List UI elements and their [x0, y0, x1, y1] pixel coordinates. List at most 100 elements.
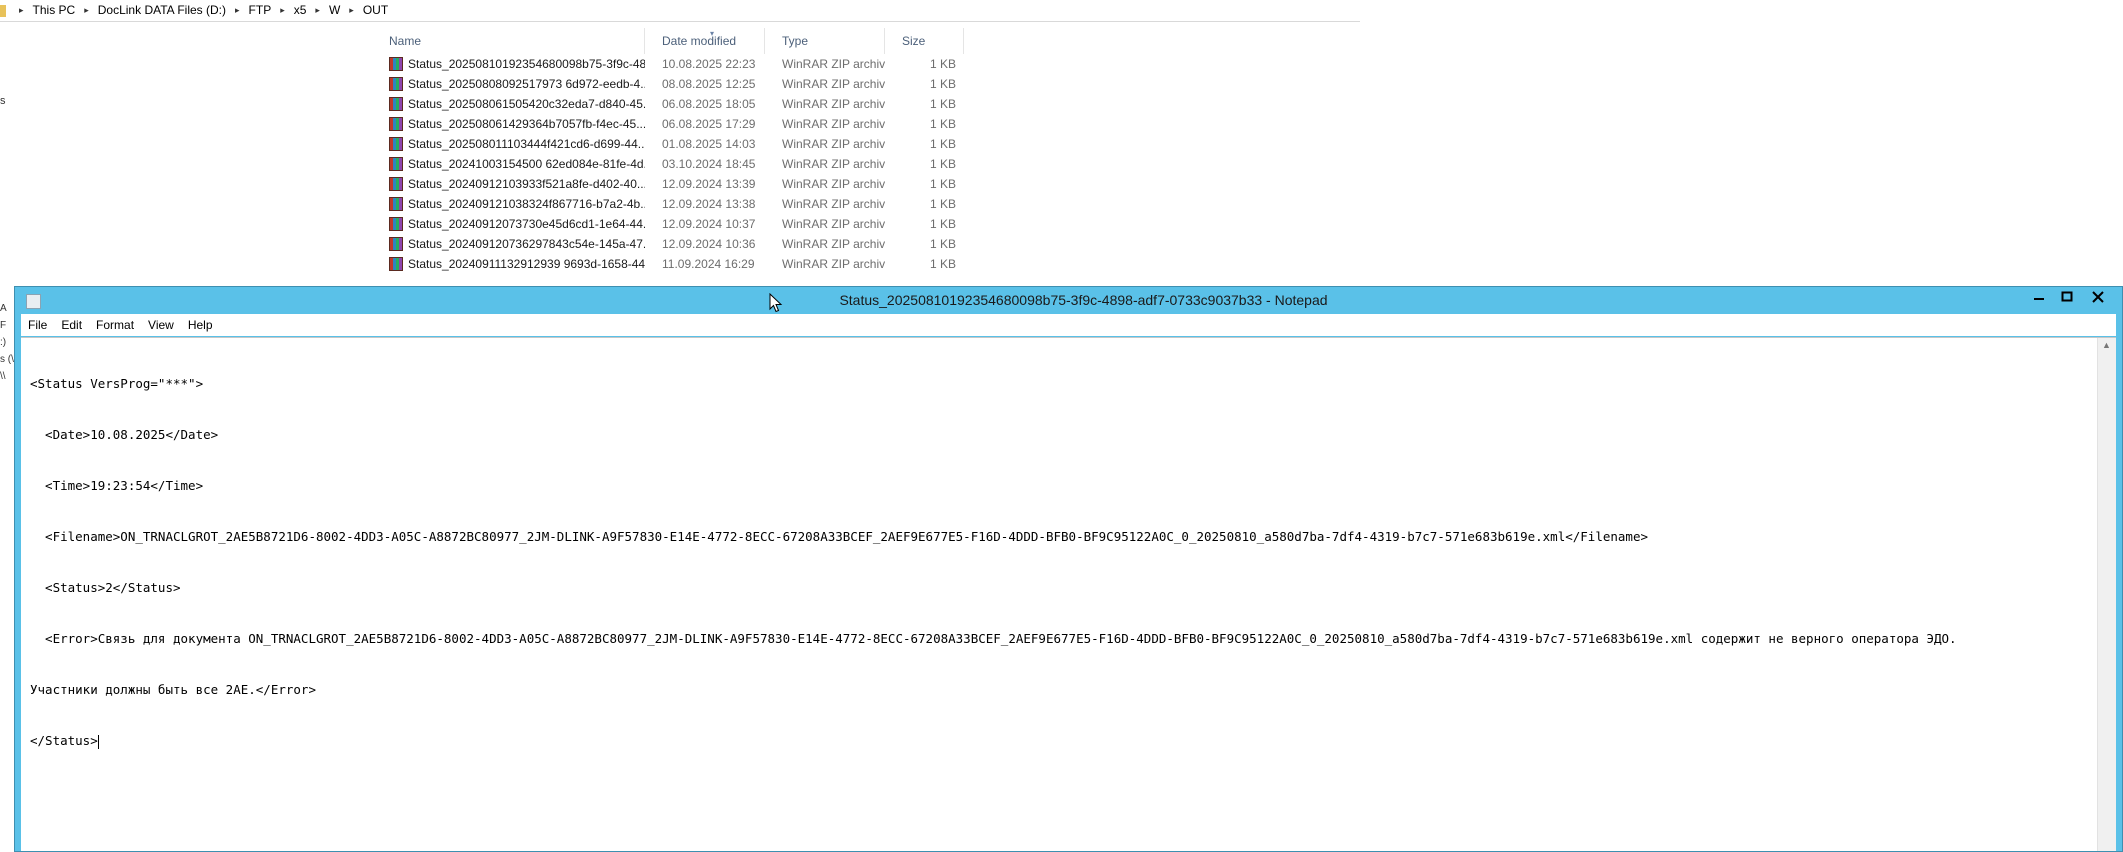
breadcrumb-w[interactable]: W	[325, 0, 344, 21]
breadcrumb-x5[interactable]: x5	[290, 0, 311, 21]
file-date-modified: 06.08.2025 17:29	[662, 117, 756, 131]
file-size: 1 KB	[929, 117, 956, 131]
text-line-4: <Filename>ON_TRNACLGROT_2AE5B8721D6-8002…	[30, 529, 1649, 544]
breadcrumb-out[interactable]: OUT	[359, 0, 392, 21]
file-row[interactable]: Status_20240911132912939 9693d-1658-44..…	[372, 254, 964, 274]
file-name-cell[interactable]: Status_20250808092517973 6d972-eedb-4...	[372, 74, 645, 94]
file-name-cell[interactable]: Status_20250810192354680098b75-3f9c-48..…	[372, 54, 645, 74]
breadcrumb-this-pc[interactable]: This PC	[29, 0, 80, 21]
file-name: Status_20250810192354680098b75-3f9c-48..…	[408, 57, 645, 71]
column-header-type[interactable]: Type	[765, 28, 885, 54]
vertical-scrollbar[interactable]: ▲	[2097, 338, 2116, 851]
menu-file[interactable]: File	[21, 314, 54, 336]
file-type: WinRAR ZIP archive	[782, 97, 885, 111]
file-type: WinRAR ZIP archive	[782, 257, 885, 271]
menu-format[interactable]: Format	[89, 314, 141, 336]
file-name: Status_202409121038324f867716-b7a2-4b...	[408, 197, 645, 211]
winrar-archive-icon	[389, 157, 403, 171]
close-icon	[2092, 291, 2104, 303]
file-row[interactable]: Status_20240912073730e45d6cd1-1e64-44...…	[372, 214, 964, 234]
file-name-cell[interactable]: Status_202409121038324f867716-b7a2-4b...	[372, 194, 645, 214]
close-button[interactable]	[2082, 288, 2114, 308]
file-name: Status_20240912073730e45d6cd1-1e64-44...	[408, 217, 645, 231]
file-row[interactable]: Status_20250808092517973 6d972-eedb-4...…	[372, 74, 964, 94]
file-name-cell[interactable]: Status_202508011103444f421cd6-d699-44...	[372, 134, 645, 154]
winrar-archive-icon	[389, 177, 403, 191]
file-size: 1 KB	[929, 57, 956, 71]
text-line-8-content: </Status>	[30, 733, 98, 748]
file-name-cell[interactable]: Status_20241003154500 62ed084e-81fe-4d..…	[372, 154, 645, 174]
navigation-pane-fragment-lower: A F :) s (\ \\	[0, 300, 14, 385]
file-size: 1 KB	[929, 257, 956, 271]
file-type: WinRAR ZIP archive	[782, 117, 885, 131]
file-type: WinRAR ZIP archive	[782, 77, 885, 91]
file-row[interactable]: Status_202508061505420c32eda7-d840-45...…	[372, 94, 964, 114]
file-size: 1 KB	[929, 97, 956, 111]
chevron-right-icon[interactable]: ▸	[79, 0, 94, 21]
file-size: 1 KB	[929, 237, 956, 251]
column-header-date-label: Date modified	[662, 34, 737, 48]
file-date-modified: 12.09.2024 13:38	[662, 197, 756, 211]
chevron-right-icon[interactable]: ▸	[14, 0, 29, 21]
file-row[interactable]: Status_202409121038324f867716-b7a2-4b...…	[372, 194, 964, 214]
file-date-modified: 12.09.2024 10:36	[662, 237, 756, 251]
breadcrumb-ftp[interactable]: FTP	[245, 0, 276, 21]
text-line-3: <Time>19:23:54</Time>	[30, 478, 204, 493]
file-size: 1 KB	[929, 197, 956, 211]
file-name-cell[interactable]: Status_20240912073730e45d6cd1-1e64-44...	[372, 214, 645, 234]
file-row[interactable]: Status_20250810192354680098b75-3f9c-48..…	[372, 54, 964, 74]
file-name-cell[interactable]: Status_202508061429364b7057fb-f4ec-45...	[372, 114, 645, 134]
file-row[interactable]: Status_202508061429364b7057fb-f4ec-45...…	[372, 114, 964, 134]
file-row[interactable]: Status_20240912103933f521a8fe-d402-40...…	[372, 174, 964, 194]
address-bar[interactable]: ▸ This PC ▸ DocLink DATA Files (D:) ▸ FT…	[0, 0, 1360, 22]
file-name-cell[interactable]: Status_20240912103933f521a8fe-d402-40...	[372, 174, 645, 194]
file-date-modified: 06.08.2025 18:05	[662, 97, 756, 111]
file-date-modified: 01.08.2025 14:03	[662, 137, 756, 151]
menu-bar: File Edit Format View Help	[21, 314, 2116, 336]
file-row[interactable]: Status_202508011103444f421cd6-d699-44...…	[372, 134, 964, 154]
minimize-button[interactable]	[2026, 288, 2052, 308]
text-editor[interactable]: <Status VersProg="***"> <Date>10.08.2025…	[21, 337, 2116, 851]
winrar-archive-icon	[389, 97, 403, 111]
notepad-window[interactable]: Status_20250810192354680098b75-3f9c-4898…	[14, 286, 2123, 852]
text-caret	[97, 734, 99, 749]
winrar-archive-icon	[389, 257, 403, 271]
file-row[interactable]: Status_20241003154500 62ed084e-81fe-4d..…	[372, 154, 964, 174]
chevron-right-icon[interactable]: ▸	[230, 0, 245, 21]
chevron-right-icon[interactable]: ▸	[310, 0, 325, 21]
column-header-name[interactable]: Name	[372, 28, 645, 54]
nav-fragment-4: \\	[0, 371, 6, 382]
file-explorer-window: ▸ This PC ▸ DocLink DATA Files (D:) ▸ FT…	[0, 0, 2123, 290]
file-size: 1 KB	[929, 217, 956, 231]
maximize-button[interactable]	[2054, 288, 2080, 308]
nav-fragment-3: s (\	[0, 354, 14, 365]
file-name-cell[interactable]: Status_202409120736297843c54e-145a-47...	[372, 234, 645, 254]
file-row[interactable]: Status_202409120736297843c54e-145a-47...…	[372, 234, 964, 254]
text-line-5: <Status>2</Status>	[30, 580, 181, 595]
title-bar[interactable]: Status_20250810192354680098b75-3f9c-4898…	[15, 287, 2122, 314]
text-content[interactable]: <Status VersProg="***"> <Date>10.08.2025…	[21, 338, 2098, 851]
mouse-pointer-icon	[769, 293, 783, 313]
menu-view[interactable]: View	[141, 314, 181, 336]
scroll-up-arrow-icon[interactable]: ▲	[2102, 340, 2111, 350]
file-date-modified: 08.08.2025 12:25	[662, 77, 756, 91]
nav-fragment-1: A F	[0, 303, 7, 331]
file-size: 1 KB	[929, 77, 956, 91]
file-date-modified: 12.09.2024 10:37	[662, 217, 756, 231]
column-header-date-modified[interactable]: ▾ Date modified	[645, 28, 765, 54]
chevron-right-icon[interactable]: ▸	[275, 0, 290, 21]
file-name: Status_20240911132912939 9693d-1658-44..…	[408, 257, 645, 271]
text-line-2: <Date>10.08.2025</Date>	[30, 427, 219, 442]
breadcrumb-drive[interactable]: DocLink DATA Files (D:)	[94, 0, 230, 21]
file-name-cell[interactable]: Status_20240911132912939 9693d-1658-44..…	[372, 254, 645, 274]
file-name: Status_202409120736297843c54e-145a-47...	[408, 237, 645, 251]
menu-help[interactable]: Help	[181, 314, 220, 336]
file-date-modified: 03.10.2024 18:45	[662, 157, 756, 171]
column-header-size[interactable]: Size	[885, 28, 964, 54]
file-name-cell[interactable]: Status_202508061505420c32eda7-d840-45...	[372, 94, 645, 114]
menu-edit[interactable]: Edit	[54, 314, 89, 336]
chevron-right-icon[interactable]: ▸	[344, 0, 359, 21]
file-name: Status_20250808092517973 6d972-eedb-4...	[408, 77, 645, 91]
text-line-7: Участники должны быть все 2AE.</Error>	[30, 682, 316, 697]
file-name: Status_202508061429364b7057fb-f4ec-45...	[408, 117, 645, 131]
